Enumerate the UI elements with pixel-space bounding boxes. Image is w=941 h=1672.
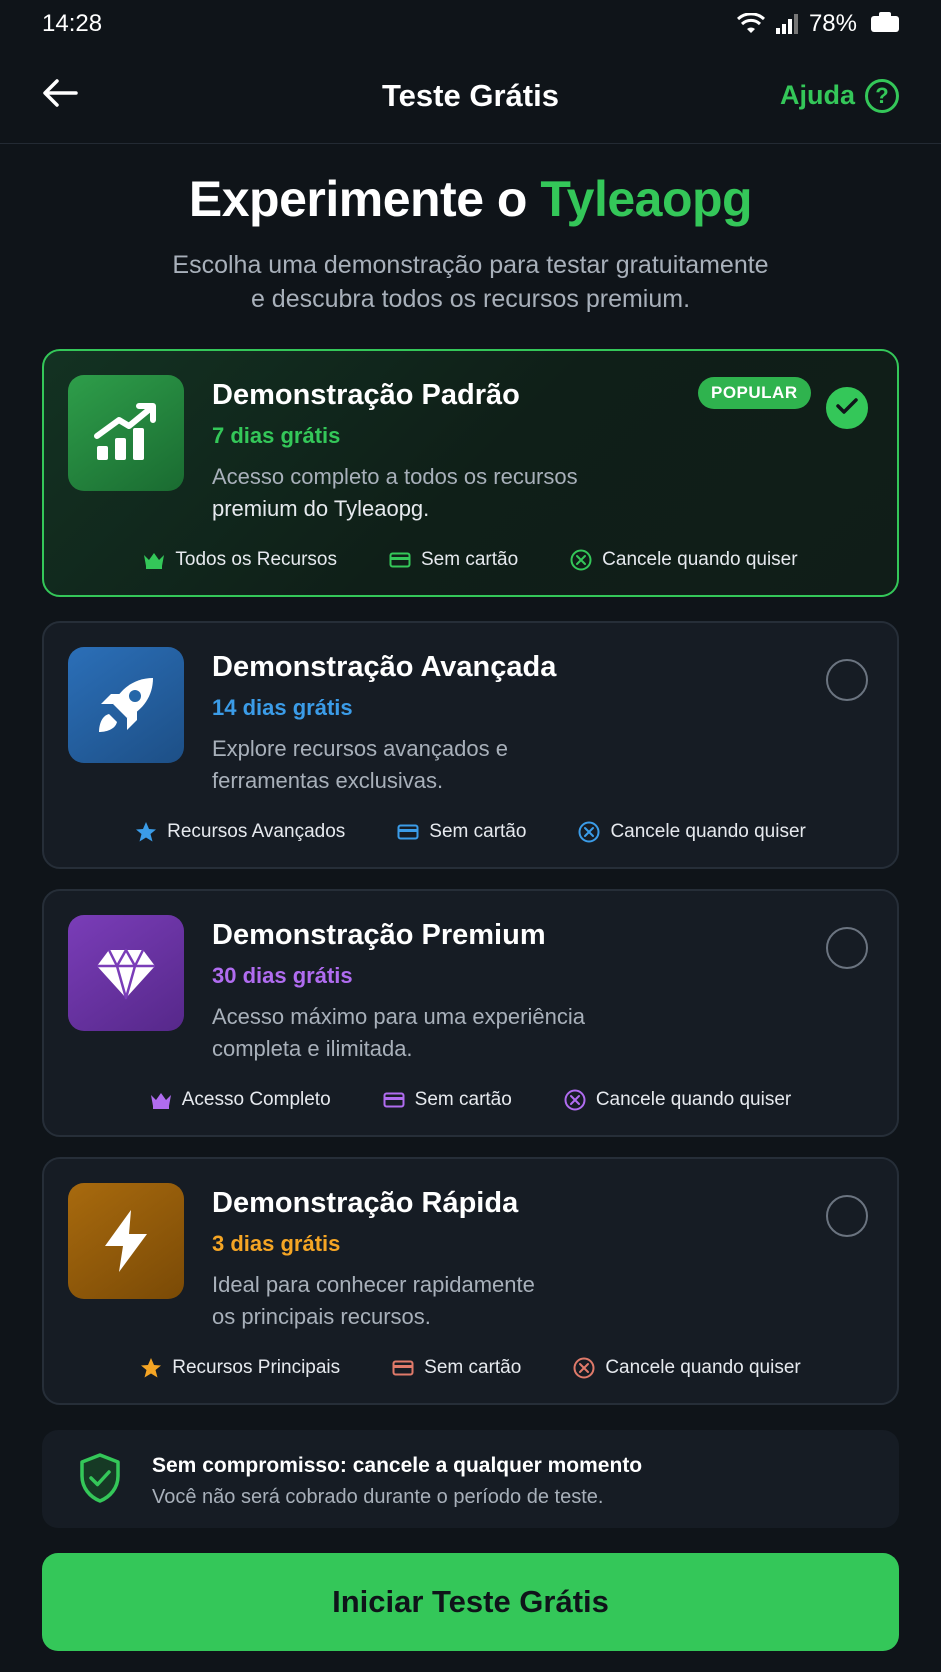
star-icon	[135, 821, 157, 843]
plan-name: Demonstração Rápida	[212, 1187, 519, 1219]
feature-item: Sem cartão	[383, 1085, 512, 1115]
start-trial-button[interactable]: Iniciar Teste Grátis	[42, 1553, 899, 1651]
feature-label: Recursos Principais	[172, 1357, 341, 1378]
plan-features: Todos os Recursos Sem cartão Cancele qua…	[44, 545, 897, 575]
battery-level: 78%	[808, 10, 857, 37]
signal-icon	[775, 14, 799, 34]
feature-label: Cancele quando quiser	[605, 1357, 801, 1378]
feature-item: Cancele quando quiser	[578, 817, 806, 847]
plan-description-line-1: Acesso máximo para uma experiência	[212, 1004, 585, 1029]
hero-subtitle: Escolha uma demonstração para testar gra…	[0, 248, 941, 316]
plan-description-line-2: completa e ilimitada.	[212, 1036, 413, 1061]
cancel-circle-icon	[564, 1089, 586, 1111]
feature-label: Sem cartão	[429, 821, 527, 842]
plan-duration: 7 dias grátis	[212, 423, 341, 448]
feature-label: Cancele quando quiser	[610, 821, 806, 842]
feature-label: Todos os Recursos	[175, 549, 337, 570]
cancel-circle-icon	[578, 821, 600, 843]
feature-label: Cancele quando quiser	[602, 549, 798, 570]
plan-name: Demonstração Premium	[212, 919, 546, 951]
plan-description: Ideal para conhecer rapidamente os princ…	[212, 1269, 632, 1333]
guarantee-subtitle: Você não será cobrado durante o período …	[152, 1486, 604, 1508]
star-icon	[140, 1357, 162, 1379]
feature-item: Sem cartão	[389, 545, 518, 575]
feature-item: Sem cartão	[397, 817, 526, 847]
feature-item: Todos os Recursos	[143, 545, 337, 575]
feature-item: Recursos Avançados	[135, 817, 345, 847]
status-icons: 78%	[736, 10, 899, 38]
plan-features: Acesso Completo Sem cartão Cancele quand…	[44, 1085, 897, 1115]
help-label: Ajuda	[779, 80, 855, 110]
plan-description-line-2: os principais recursos.	[212, 1304, 431, 1329]
plan-description: Acesso máximo para uma experiência compl…	[212, 1001, 632, 1065]
plan-description: Explore recursos avançados e ferramentas…	[212, 733, 632, 797]
crown-icon	[143, 551, 165, 569]
plan-description-line-1: Ideal para conhecer rapidamente	[212, 1272, 535, 1297]
plan-name: Demonstração Padrão	[212, 379, 520, 411]
crown-icon	[150, 1091, 172, 1109]
plan-card-padrao[interactable]: Demonstração Padrão 7 dias grátis Acesso…	[42, 349, 899, 597]
status-time: 14:28	[42, 10, 103, 37]
plan-description: Acesso completo a todos os recursos prem…	[212, 461, 632, 525]
battery-icon	[871, 12, 899, 32]
guarantee-banner: Sem compromisso: cancele a qualquer mome…	[42, 1430, 899, 1528]
plan-features: Recursos Principais Sem cartão Cancele q…	[44, 1353, 897, 1383]
plan-duration: 3 dias grátis	[212, 1231, 341, 1256]
hero-subtitle-line-1: Escolha uma demonstração para testar gra…	[172, 251, 769, 279]
help-button[interactable]: Ajuda ?	[779, 78, 899, 113]
feature-item: Cancele quando quiser	[564, 1085, 791, 1115]
hero-subtitle-line-2: e descubra todos os recursos premium.	[250, 285, 691, 313]
plan-features: Recursos Avançados Sem cartão Cancele qu…	[44, 817, 897, 847]
cancel-circle-icon	[570, 549, 592, 571]
arrow-left-icon	[42, 78, 78, 113]
hero-title-prefix: Experimente o	[188, 171, 541, 227]
feature-label: Sem cartão	[421, 549, 519, 570]
plan-description-line-1: Acesso completo a todos os recursos	[212, 464, 578, 489]
question-icon: ?	[865, 78, 899, 113]
brand-name: Tyleaopg	[540, 171, 753, 227]
plan-description-line-2: ferramentas exclusivas.	[212, 768, 444, 793]
back-button[interactable]	[42, 76, 82, 116]
plan-name: Demonstração Avançada	[212, 651, 557, 683]
feature-label: Recursos Avançados	[167, 821, 346, 842]
plan-radio[interactable]	[826, 659, 868, 701]
feature-item: Sem cartão	[392, 1353, 521, 1383]
shield-check-icon	[78, 1452, 122, 1509]
hero-title: Experimente o Tyleaopg	[0, 170, 941, 228]
plan-duration: 14 dias grátis	[212, 695, 353, 720]
feature-item: Cancele quando quiser	[573, 1353, 801, 1383]
cancel-circle-icon	[573, 1357, 595, 1379]
feature-item: Recursos Principais	[140, 1353, 340, 1383]
lightning-icon	[68, 1183, 184, 1299]
feature-label: Sem cartão	[424, 1357, 522, 1378]
app-header: Teste Grátis Ajuda ?	[0, 48, 941, 144]
feature-item: Cancele quando quiser	[570, 545, 798, 575]
diamond-icon	[68, 915, 184, 1031]
popular-badge: POPULAR	[698, 377, 811, 409]
checkmark-icon	[835, 396, 859, 421]
hero: Experimente o Tyleaopg Escolha uma demon…	[0, 170, 941, 316]
credit-card-icon	[392, 1359, 414, 1377]
feature-item: Acesso Completo	[150, 1085, 331, 1115]
guarantee-title: Sem compromisso: cancele a qualquer mome…	[152, 1454, 643, 1477]
status-bar: 14:28 78%	[0, 0, 941, 48]
feature-label: Acesso Completo	[181, 1089, 331, 1110]
plan-radio-selected[interactable]	[826, 387, 868, 429]
feature-label: Sem cartão	[414, 1089, 512, 1110]
plan-description-line-1: Explore recursos avançados e	[212, 736, 508, 761]
plan-duration: 30 dias grátis	[212, 963, 353, 988]
plan-card-premium[interactable]: Demonstração Premium 30 dias grátis Aces…	[42, 889, 899, 1137]
rocket-icon	[68, 647, 184, 763]
plan-card-rapida[interactable]: Demonstração Rápida 3 dias grátis Ideal …	[42, 1157, 899, 1405]
feature-label: Cancele quando quiser	[595, 1089, 792, 1110]
chart-growth-icon	[68, 375, 184, 491]
plan-radio[interactable]	[826, 927, 868, 969]
credit-card-icon	[383, 1091, 405, 1109]
credit-card-icon	[389, 551, 411, 569]
plan-radio[interactable]	[826, 1195, 868, 1237]
plan-description-line-2: premium do Tyleaopg.	[212, 496, 430, 521]
plan-card-avancada[interactable]: Demonstração Avançada 14 dias grátis Exp…	[42, 621, 899, 869]
credit-card-icon	[397, 823, 419, 841]
wifi-icon	[736, 13, 765, 35]
